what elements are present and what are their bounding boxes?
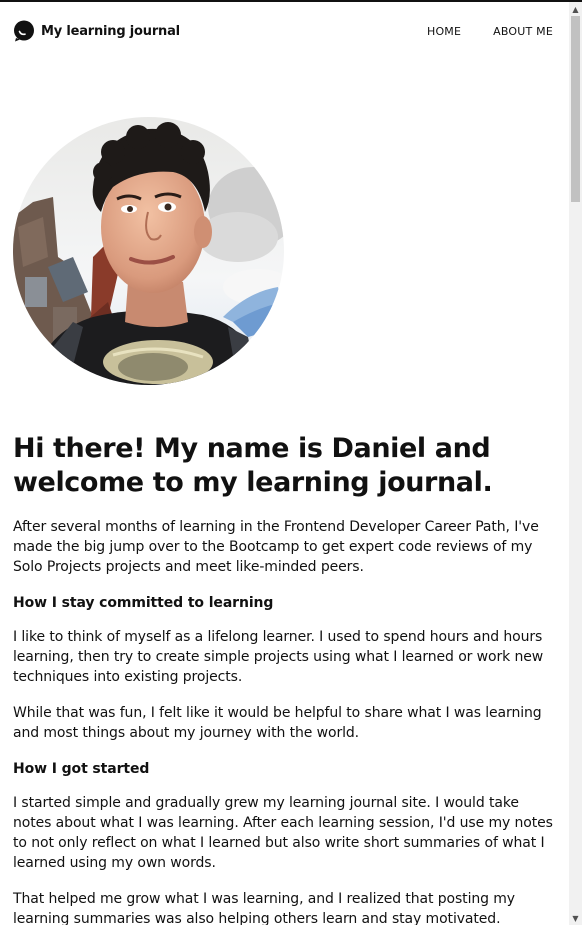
brand-title: My learning journal [41,23,180,39]
section-paragraph: While that was fun, I felt like it would… [13,705,542,741]
page-title: Hi there! My name is Daniel and welcome … [13,433,493,498]
section-heading: How I got started [13,761,150,777]
section-heading: How I stay committed to learning [13,595,274,611]
brand-link[interactable]: My learning journal [13,20,180,42]
section-paragraph: That helped me grow what I was learning,… [13,891,515,925]
section-committed: How I stay committed to learning I like … [13,593,556,743]
journal-content: Hi there! My name is Daniel and welcome … [0,385,569,925]
profile-photo [13,117,284,385]
intro-paragraph: After several months of learning in the … [13,519,539,575]
section-paragraph: I started simple and gradually grew my l… [13,795,553,871]
speech-bubble-icon [13,20,35,42]
main-nav: HOME ABOUT ME [427,25,553,38]
scrollbar-thumb[interactable] [571,16,580,202]
scroll-down-arrow-icon[interactable]: ▼ [569,911,582,925]
vertical-scrollbar[interactable]: ▲ ▼ [569,2,582,925]
site-header: My learning journal HOME ABOUT ME [0,2,569,60]
section-paragraph: I like to think of myself as a lifelong … [13,629,544,685]
nav-home-link[interactable]: HOME [427,25,461,38]
page: My learning journal HOME ABOUT ME Hi the… [0,2,569,925]
scroll-up-arrow-icon[interactable]: ▲ [569,2,582,16]
nav-about-link[interactable]: ABOUT ME [493,25,553,38]
section-started: How I got started I started simple and g… [13,759,556,925]
